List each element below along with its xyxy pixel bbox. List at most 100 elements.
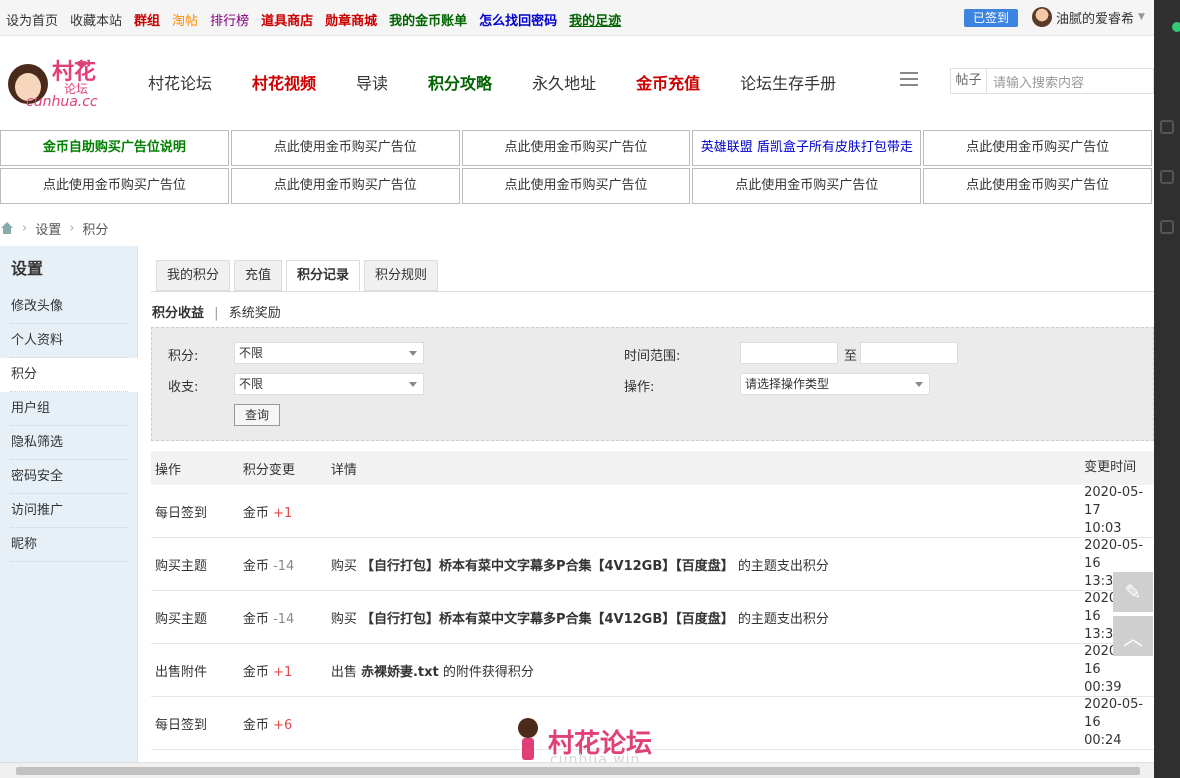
header-time: 变更时间 <box>1084 460 1137 475</box>
time-start-input[interactable] <box>740 342 838 364</box>
row-op: 每日签到 <box>155 505 208 521</box>
row-op: 购买主题 <box>155 558 208 574</box>
ad-slot[interactable]: 英雄联盟 盾凯盒子所有皮肤打包带走 <box>692 130 922 166</box>
panel-icon[interactable] <box>1160 120 1174 134</box>
ad-slot[interactable]: 点此使用金币购买广告位 <box>692 168 922 204</box>
top-link[interactable]: 收藏本站 <box>70 10 122 29</box>
signed-in-badge[interactable]: 已签到 <box>964 9 1018 27</box>
table-row: 出售附件金币 +1出售 赤裸娇妻.txt 的附件获得积分2020-05-1600… <box>151 644 1154 697</box>
row-unit: 金币 <box>242 664 269 680</box>
top-link[interactable]: 设为首页 <box>6 10 58 29</box>
row-delta: 金币 -14 <box>243 608 331 627</box>
chevron-down-icon[interactable]: ▼ <box>1138 12 1145 22</box>
panel-icon[interactable] <box>1160 170 1174 184</box>
sidebar-item[interactable]: 积分 <box>0 358 138 392</box>
row-clock: 00:39 <box>1084 680 1122 695</box>
ad-slot[interactable]: 点此使用金币购买广告位 <box>923 168 1152 204</box>
ad-slot[interactable]: 点此使用金币购买广告位 <box>0 168 229 204</box>
chevron-down-icon <box>915 382 923 387</box>
back-to-top-icon[interactable]: ︿ <box>1113 616 1153 656</box>
main-content: 我的积分 充值 积分记录 积分规则 积分收益 | 系统奖励 积分: 不限 收支: 不限… <box>138 246 1154 778</box>
credit-select[interactable]: 不限 <box>234 342 424 364</box>
header-detail: 详情 <box>330 462 357 478</box>
ad-slot[interactable]: 点此使用金币购买广告位 <box>230 168 460 204</box>
ad-slot[interactable]: 点此使用金币购买广告位 <box>461 168 691 204</box>
row-op: 每日签到 <box>155 717 208 733</box>
home-icon[interactable] <box>0 222 14 234</box>
row-unit: 金币 <box>242 717 269 733</box>
top-link[interactable]: 道具商店 <box>261 10 313 29</box>
sidebar-item[interactable]: 修改头像 <box>0 290 137 324</box>
sidebar-item[interactable]: 密码安全 <box>0 460 137 494</box>
credit-select-value: 不限 <box>239 346 264 360</box>
row-detail-link[interactable]: 【自行打包】桥本有菜中文字幕多P合集【4V12GB】【百度盘】 <box>361 612 734 627</box>
sidebar-item[interactable]: 用户组 <box>0 392 137 426</box>
top-link[interactable]: 怎么找回密码 <box>479 10 557 29</box>
row-delta: 金币 +1 <box>243 661 331 680</box>
row-delta-value: +6 <box>273 717 293 733</box>
top-link[interactable]: 淘帖 <box>172 10 198 29</box>
nav-item[interactable]: 导读 <box>356 70 388 94</box>
time-range-label: 时间范围: <box>624 349 681 364</box>
ad-slot[interactable]: 点此使用金币购买广告位 <box>923 130 1152 166</box>
row-detail: 购买 【自行打包】桥本有菜中文字幕多P合集【4V12GB】【百度盘】 的主题支出… <box>331 608 1084 627</box>
nav-item[interactable]: 积分攻略 <box>428 70 492 94</box>
site-logo[interactable]: 村花 ❤ 论坛 cunhua.cc <box>4 54 122 116</box>
tab[interactable]: 积分规则 <box>364 260 439 291</box>
io-select[interactable]: 不限 <box>234 373 424 395</box>
nav-item[interactable]: 村花视频 <box>252 70 316 94</box>
credit-log-table: 操作 积分变更 详情 变更时间 每日签到 金币 +1 2020-05-17 10:03… <box>151 451 1154 750</box>
user-menu[interactable]: 油腻的爱睿希 ▼ <box>1032 7 1145 27</box>
breadcrumb-credits[interactable]: 积分 <box>82 219 108 238</box>
op-select[interactable]: 请选择操作类型 <box>740 373 930 395</box>
ad-slot[interactable]: 点此使用金币购买广告位 <box>461 130 691 166</box>
search-scope-select[interactable]: 帖子 <box>951 69 987 93</box>
settings-sidebar: 设置 修改头像 个人资料 积分 用户组 隐私筛选 密码安全 访问推广 昵称 <box>0 246 138 778</box>
username[interactable]: 油腻的爱睿希 <box>1056 8 1134 27</box>
row-time: 2020-05-16 00:24 <box>1084 696 1154 750</box>
row-delta-value: -14 <box>273 611 295 627</box>
credit-tabs: 我的积分 充值 积分记录 积分规则 <box>156 260 442 292</box>
nav-item[interactable]: 论坛生存手册 <box>740 70 836 94</box>
ad-slot[interactable]: 点此使用金币购买广告位 <box>230 130 460 166</box>
nav-item[interactable]: 村花论坛 <box>148 70 212 94</box>
sidebar-item[interactable]: 访问推广 <box>0 494 137 528</box>
ad-slot[interactable]: 金币自助购买广告位说明 <box>0 130 229 166</box>
search-box: 帖子 请输入搜索内容 <box>950 68 1154 94</box>
credit-label: 积分: <box>168 349 199 364</box>
nav-item[interactable]: 金币充值 <box>636 70 700 94</box>
sidebar-item[interactable]: 昵称 <box>0 528 137 562</box>
time-to-label: 至 <box>844 349 858 364</box>
row-detail-post: 的主题支出积分 <box>733 611 829 627</box>
sidebar-item[interactable]: 个人资料 <box>0 324 137 358</box>
row-detail-link[interactable]: 赤裸娇妻.txt <box>361 665 439 680</box>
top-link[interactable]: 排行榜 <box>210 10 249 29</box>
top-link[interactable]: 我的金币账单 <box>389 10 467 29</box>
nav-item[interactable]: 永久地址 <box>532 70 596 94</box>
row-detail-link[interactable]: 【自行打包】桥本有菜中文字幕多P合集【4V12GB】【百度盘】 <box>361 559 734 574</box>
edit-icon[interactable]: ✎ <box>1113 572 1153 612</box>
sidebar-item[interactable]: 隐私筛选 <box>0 426 137 460</box>
top-link[interactable]: 群组 <box>134 10 160 29</box>
row-op: 出售附件 <box>155 664 208 680</box>
query-button[interactable]: 查询 <box>234 404 280 426</box>
table-row: 每日签到 金币 +1 2020-05-17 10:03 <box>151 485 1154 538</box>
side-panel <box>1154 0 1180 778</box>
panel-icon[interactable] <box>1160 220 1174 234</box>
avatar[interactable] <box>1032 7 1052 27</box>
scrollbar-thumb[interactable] <box>16 767 1140 775</box>
top-link[interactable]: 我的足迹 <box>569 10 621 29</box>
time-end-input[interactable] <box>860 342 958 364</box>
search-input[interactable]: 请输入搜索内容 <box>987 72 1084 91</box>
tab[interactable]: 我的积分 <box>156 260 231 291</box>
subtab-income[interactable]: 积分收益 <box>152 306 204 321</box>
breadcrumb-settings[interactable]: 设置 <box>35 219 61 238</box>
row-clock: 00:24 <box>1084 733 1122 748</box>
tab[interactable]: 积分记录 <box>286 260 361 291</box>
subtab-system-reward[interactable]: 系统奖励 <box>229 306 281 321</box>
horizontal-scrollbar[interactable] <box>0 762 1154 778</box>
menu-icon[interactable] <box>900 72 918 88</box>
top-link[interactable]: 勋章商城 <box>325 10 377 29</box>
top-bar: 设为首页 收藏本站 群组 淘帖 排行榜 道具商店 勋章商城 我的金币账单 怎么找回密码 我的足迹 … <box>0 0 1154 36</box>
tab[interactable]: 充值 <box>234 260 283 291</box>
